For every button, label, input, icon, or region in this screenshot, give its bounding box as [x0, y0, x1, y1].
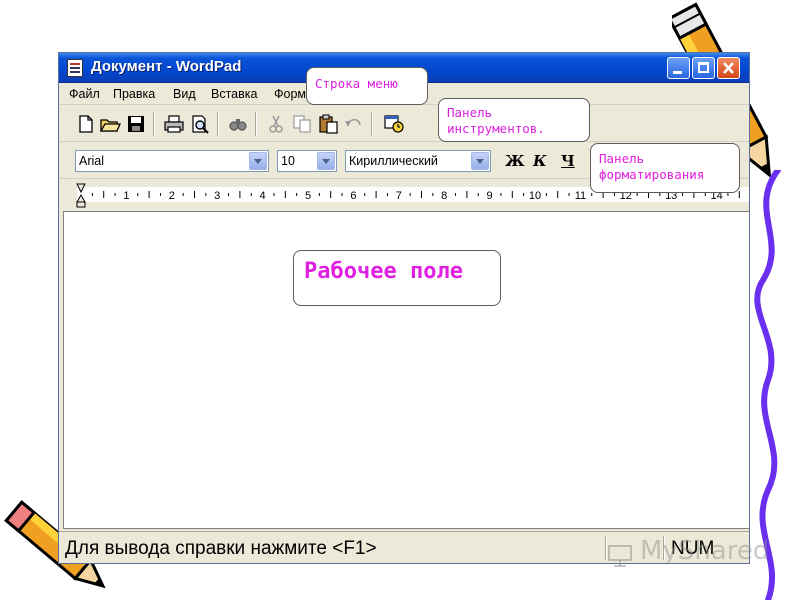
save-icon[interactable]	[125, 114, 147, 134]
watermark: MyShared	[606, 536, 776, 570]
ruler-number: 8	[441, 190, 447, 202]
underline-button[interactable]: Ч	[561, 152, 575, 170]
ruler-number: 5	[305, 190, 311, 202]
status-help-text: Для вывода справки нажмите <F1>	[65, 538, 377, 559]
close-button[interactable]	[717, 57, 740, 79]
chevron-down-icon[interactable]	[317, 152, 335, 170]
minimize-button[interactable]	[667, 57, 690, 79]
toolbar	[59, 106, 749, 142]
toolbar-separator	[255, 112, 257, 136]
ruler-number: 2	[169, 190, 175, 202]
close-icon	[723, 62, 734, 74]
toolbar-separator	[217, 112, 219, 136]
copy-icon[interactable]	[291, 114, 313, 134]
watermark-logo-icon	[608, 545, 632, 567]
watermark-text: MyShared	[640, 536, 770, 566]
menu-insert[interactable]: Вставка	[211, 87, 257, 101]
bold-button[interactable]: Ж	[505, 152, 525, 170]
wordpad-app-icon	[67, 59, 83, 77]
wordpad-window: Документ - WordPad Файл Правка Вид Встав…	[58, 52, 750, 564]
callout-toolbar: Панель инструментов.	[438, 98, 590, 142]
font-name-combo[interactable]: Arial	[75, 150, 269, 172]
insert-datetime-icon[interactable]	[383, 114, 405, 134]
menu-file[interactable]: Файл	[69, 87, 100, 101]
ruler-number: 4	[260, 190, 266, 202]
new-document-icon[interactable]	[75, 114, 97, 134]
ruler-number: 10	[529, 190, 541, 202]
font-size-combo[interactable]: 10	[277, 150, 337, 172]
script-combo[interactable]: Кириллический	[345, 150, 491, 172]
paste-icon[interactable]	[317, 114, 339, 134]
left-indent-icon	[76, 201, 86, 208]
open-folder-icon[interactable]	[99, 114, 121, 134]
ruler-number: 1	[123, 190, 129, 202]
window-title: Документ - WordPad	[91, 58, 242, 75]
callout-menu-bar: Строка меню	[306, 67, 428, 105]
ruler-number: 6	[350, 190, 356, 202]
script-value: Кириллический	[349, 154, 438, 168]
chevron-down-icon[interactable]	[249, 152, 267, 170]
font-name-value: Arial	[79, 154, 105, 168]
ruler-number: 11	[575, 190, 586, 202]
menu-view[interactable]: Вид	[173, 87, 196, 101]
menu-format[interactable]: Форм	[274, 87, 306, 101]
italic-button[interactable]: К	[533, 152, 547, 170]
chevron-down-icon[interactable]	[471, 152, 489, 170]
callout-format-bar: Панель форматирования	[590, 143, 740, 193]
menu-edit[interactable]: Правка	[113, 87, 155, 101]
toolbar-separator	[371, 112, 373, 136]
callout-work-area: Рабочее поле	[293, 250, 501, 306]
cut-icon[interactable]	[265, 114, 287, 134]
maximize-button[interactable]	[692, 57, 715, 79]
ruler-number: 9	[487, 190, 493, 202]
print-preview-icon[interactable]	[189, 114, 211, 134]
find-icon[interactable]	[227, 114, 249, 134]
toolbar-separator	[153, 112, 155, 136]
print-icon[interactable]	[163, 114, 185, 134]
font-size-value: 10	[281, 154, 295, 168]
ruler-number: 7	[396, 190, 402, 202]
undo-icon[interactable]	[343, 114, 365, 134]
ruler-number: 3	[214, 190, 220, 202]
